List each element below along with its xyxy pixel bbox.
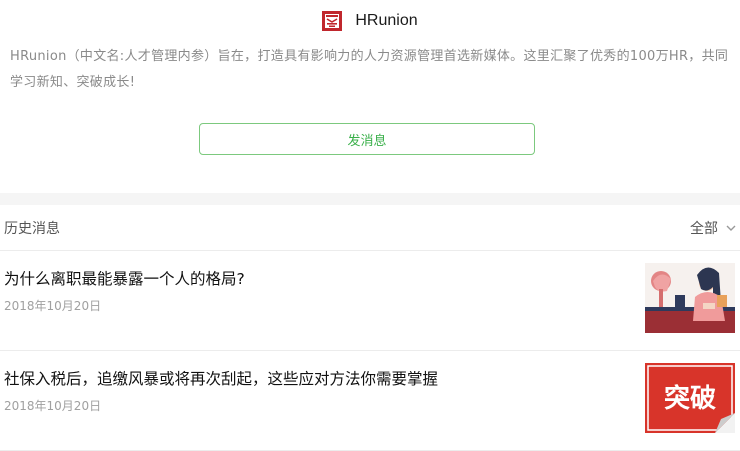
- chevron-down-icon: [726, 225, 736, 231]
- history-title: 历史消息: [4, 220, 60, 237]
- article-date: 2018年10月20日: [4, 399, 102, 413]
- history-header: 历史消息 全部: [0, 205, 740, 251]
- article-title: 社保入税后，追缴风暴或将再次刮起，这些应对方法你需要掌握: [4, 370, 439, 388]
- filter-dropdown[interactable]: 全部: [690, 218, 736, 238]
- hrunion-logo-icon: [322, 11, 343, 31]
- account-header: HRunion: [0, 8, 740, 34]
- filter-label: 全部: [690, 220, 718, 237]
- article-item[interactable]: 社保入税后，追缴风暴或将再次刮起，这些应对方法你需要掌握 2018年10月20日…: [0, 351, 740, 451]
- section-divider: [0, 193, 740, 205]
- account-profile: HRunion HRunion（中文名:人才管理内参）旨在，打造具有影响力的人力…: [0, 0, 740, 193]
- account-intro: HRunion（中文名:人才管理内参）旨在，打造具有影响力的人力资源管理首选新媒…: [10, 49, 729, 90]
- thumbnail-text: 突破: [664, 383, 716, 414]
- article-item[interactable]: 为什么离职最能暴露一个人的格局? 2018年10月20日: [0, 251, 740, 351]
- article-date: 2018年10月20日: [4, 299, 102, 313]
- account-name: HRunion: [355, 12, 418, 29]
- illustration-woman-at-desk-icon: [645, 263, 735, 333]
- send-message-button[interactable]: 发消息: [199, 123, 535, 155]
- article-title: 为什么离职最能暴露一个人的格局?: [4, 270, 245, 288]
- breakthrough-red-sign-icon: 突破: [645, 363, 735, 433]
